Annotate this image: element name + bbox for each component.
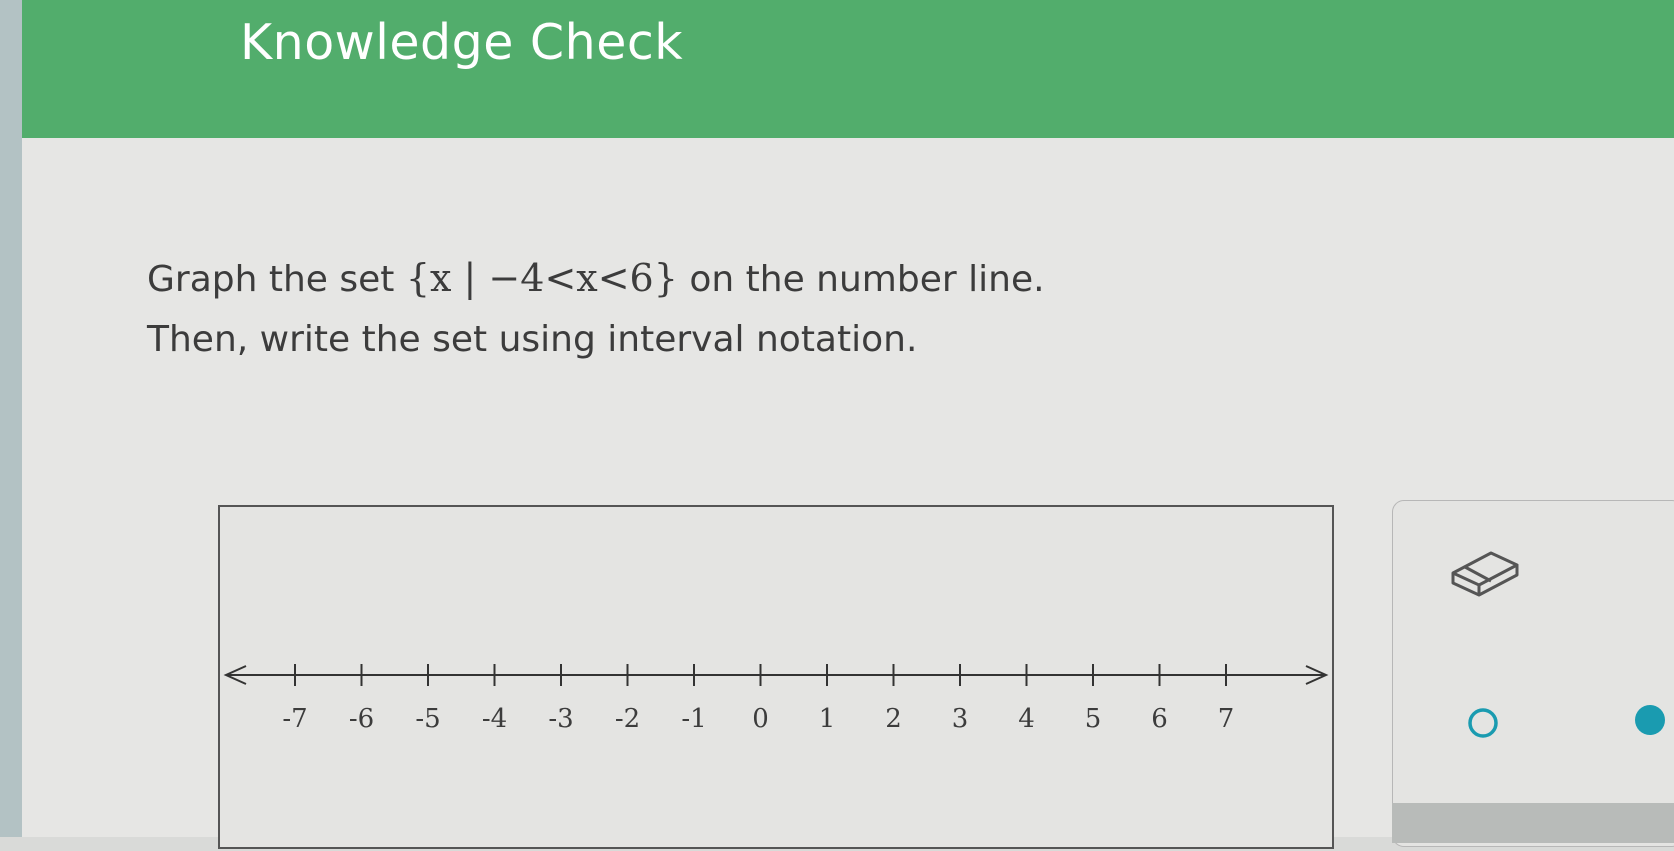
tick-label: -2 xyxy=(615,704,640,734)
tick-label: 6 xyxy=(1151,704,1168,734)
tick-label: 2 xyxy=(885,704,902,734)
open-circle-icon[interactable] xyxy=(1468,708,1498,738)
tick-label: 4 xyxy=(1018,704,1035,734)
tool-panel-footer xyxy=(1392,803,1674,843)
tick-label: -7 xyxy=(282,704,307,734)
tick-label: -5 xyxy=(415,704,440,734)
question-line-2: Then, write the set using interval notat… xyxy=(147,319,918,360)
tick-label: 1 xyxy=(819,704,836,734)
tick-label: 5 xyxy=(1085,704,1102,734)
question-prefix: Graph the set xyxy=(147,259,406,300)
tick-label: -3 xyxy=(548,704,573,734)
tick-label: -1 xyxy=(681,704,706,734)
tick-label: -6 xyxy=(349,704,374,734)
tool-panel xyxy=(1392,500,1674,847)
tick-label: 7 xyxy=(1218,704,1235,734)
tick-label: 0 xyxy=(752,704,769,734)
tool-panel-svg xyxy=(1451,551,1665,738)
number-line-graph[interactable]: -7 -6 -5 -4 -3 -2 -1 0 1 2 3 4 5 6 7 xyxy=(218,505,1334,849)
question-line-1: Graph the set {x | −4<x<6} on the number… xyxy=(147,248,1045,310)
set-notation: {x | −4<x<6} xyxy=(405,256,678,300)
question-suffix: on the number line. xyxy=(677,259,1045,300)
number-line[interactable]: -7 -6 -5 -4 -3 -2 -1 0 1 2 3 4 5 6 7 xyxy=(220,507,1332,847)
eraser-icon[interactable] xyxy=(1451,551,1519,597)
window-left-edge xyxy=(0,0,22,837)
question-text: Graph the set {x | −4<x<6} on the number… xyxy=(147,248,1045,370)
tick-label: 3 xyxy=(952,704,969,734)
tick-label: -4 xyxy=(482,704,507,734)
page-title: Knowledge Check xyxy=(240,14,684,71)
closed-circle-icon[interactable] xyxy=(1635,705,1665,735)
